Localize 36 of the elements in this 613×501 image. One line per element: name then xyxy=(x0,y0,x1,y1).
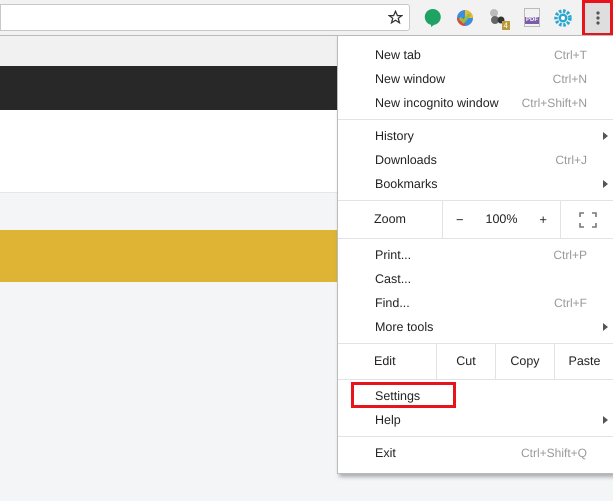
shortcut-label: Ctrl+P xyxy=(553,247,587,264)
shortcut-label: Ctrl+Shift+Q xyxy=(520,445,587,462)
zoom-level: 100% xyxy=(486,211,518,228)
menu-item[interactable]: More tools xyxy=(375,318,434,336)
checkmark-circle-icon[interactable] xyxy=(456,8,474,26)
menu-item[interactable]: Bookmarks xyxy=(375,174,438,194)
shortcut-label: Ctrl+Shift+N xyxy=(522,95,587,112)
menu-item[interactable]: New window xyxy=(375,70,446,88)
badge-count: 4 xyxy=(502,20,510,30)
speech-bubble-icon[interactable] xyxy=(424,8,442,28)
fullscreen-icon[interactable] xyxy=(578,212,596,228)
shortcut-label: Ctrl+F xyxy=(554,295,587,312)
menu-item[interactable]: New incognito window xyxy=(375,94,499,112)
menu-item[interactable]: Print... xyxy=(375,246,412,264)
menu-item[interactable]: Find... xyxy=(375,294,410,312)
edit-action-button[interactable]: Copy xyxy=(496,344,555,379)
menu-item[interactable]: History xyxy=(375,126,414,146)
menu-item[interactable]: Help xyxy=(375,410,401,430)
menu-button[interactable] xyxy=(582,0,613,36)
zoom-in-button[interactable]: + xyxy=(535,210,552,230)
menu-item[interactable]: Exit xyxy=(375,444,396,462)
zoom-out-button[interactable]: − xyxy=(452,210,468,230)
shortcut-label: Ctrl+J xyxy=(555,152,587,169)
menu-item[interactable]: New tab xyxy=(375,46,421,64)
star-icon[interactable] xyxy=(388,10,403,25)
more-vertical-icon xyxy=(596,10,600,24)
menu-item[interactable]: Cast... xyxy=(375,270,412,288)
edit-action-button[interactable]: Paste xyxy=(554,344,613,379)
menu-item[interactable]: Settings xyxy=(375,386,420,406)
menu-item[interactable]: Downloads xyxy=(375,150,437,170)
zoom-label: Zoom xyxy=(374,211,406,228)
edit-action-button[interactable]: Cut xyxy=(436,344,496,379)
shortcut-label: Ctrl+N xyxy=(552,71,587,88)
shortcut-label: Ctrl+T xyxy=(554,47,587,64)
gear-icon[interactable] xyxy=(554,8,572,26)
edit-label: Edit xyxy=(374,353,396,370)
